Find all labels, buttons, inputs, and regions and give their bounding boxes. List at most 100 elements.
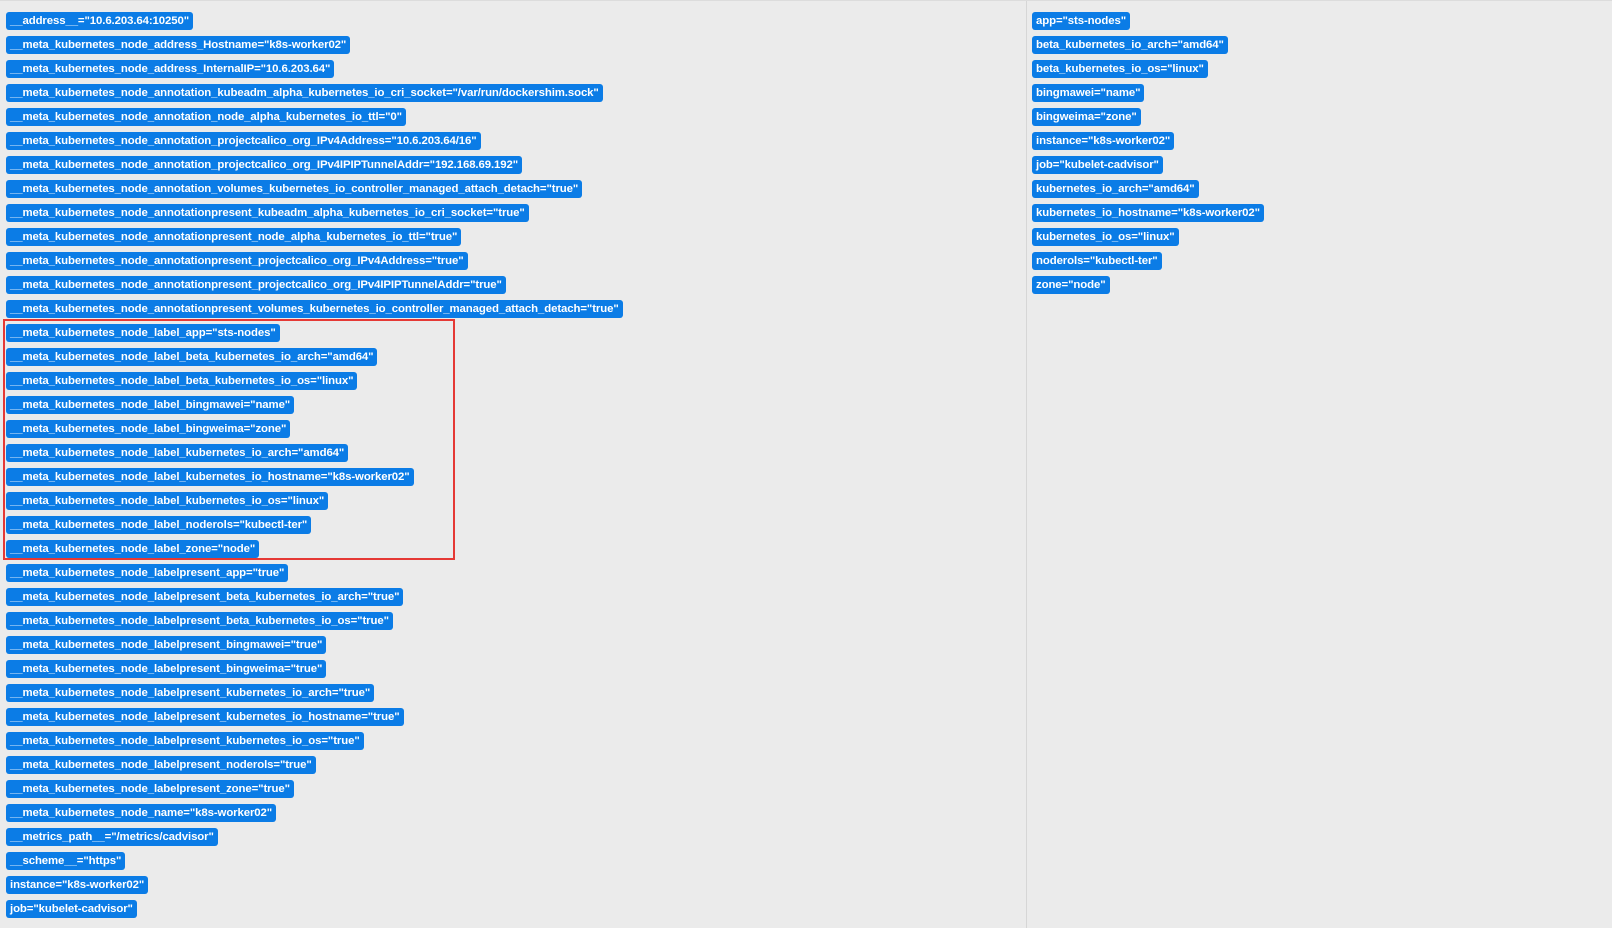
- label-badge: __meta_kubernetes_node_address_Hostname=…: [6, 36, 351, 54]
- label-badge: __address__="10.6.203.64:10250": [6, 12, 194, 30]
- label-row: __meta_kubernetes_node_label_kubernetes_…: [6, 491, 623, 515]
- label-badge: __meta_kubernetes_node_label_app="sts-no…: [6, 324, 280, 342]
- label-row: __meta_kubernetes_node_label_kubernetes_…: [6, 443, 623, 467]
- label-row: zone="node": [1032, 275, 1264, 299]
- label-badge: __meta_kubernetes_node_labelpresent_kube…: [6, 732, 364, 750]
- label-row: __meta_kubernetes_node_label_bingweima="…: [6, 419, 623, 443]
- label-row: bingweima="zone": [1032, 107, 1264, 131]
- label-row: __meta_kubernetes_node_labelpresent_bing…: [6, 659, 623, 683]
- label-badge: __meta_kubernetes_node_label_kubernetes_…: [6, 468, 414, 486]
- label-row: kubernetes_io_arch="amd64": [1032, 179, 1264, 203]
- label-badge: __meta_kubernetes_node_labelpresent_bing…: [6, 660, 327, 678]
- label-badge: __meta_kubernetes_node_labelpresent_kube…: [6, 708, 404, 726]
- label-badge: __meta_kubernetes_node_annotationpresent…: [6, 204, 529, 222]
- label-row: __meta_kubernetes_node_name="k8s-worker0…: [6, 803, 623, 827]
- label-row: noderols="kubectl-ter": [1032, 251, 1264, 275]
- label-row: __address__="10.6.203.64:10250": [6, 11, 623, 35]
- label-badge: __meta_kubernetes_node_label_zone="node": [6, 540, 260, 558]
- label-row: __scheme__="https": [6, 851, 623, 875]
- label-badge: __meta_kubernetes_node_labelpresent_beta…: [6, 612, 393, 630]
- label-row: kubernetes_io_hostname="k8s-worker02": [1032, 203, 1264, 227]
- label-row: __meta_kubernetes_node_label_zone="node": [6, 539, 623, 563]
- label-badge: __metrics_path__="/metrics/cadvisor": [6, 828, 218, 846]
- label-row: __meta_kubernetes_node_address_InternalI…: [6, 59, 623, 83]
- label-row: beta_kubernetes_io_arch="amd64": [1032, 35, 1264, 59]
- label-row: __meta_kubernetes_node_label_beta_kubern…: [6, 347, 623, 371]
- label-row: __meta_kubernetes_node_labelpresent_beta…: [6, 587, 623, 611]
- label-row: instance="k8s-worker02": [1032, 131, 1264, 155]
- label-row: __meta_kubernetes_node_annotationpresent…: [6, 299, 623, 323]
- label-badge: bingmawei="name": [1032, 84, 1145, 102]
- label-badge: job="kubelet-cadvisor": [1032, 156, 1163, 174]
- label-row: job="kubelet-cadvisor": [6, 899, 623, 923]
- label-badge: __meta_kubernetes_node_annotation_projec…: [6, 132, 481, 150]
- label-badge: __meta_kubernetes_node_labelpresent_node…: [6, 756, 316, 774]
- label-badge: __meta_kubernetes_node_annotation_kubead…: [6, 84, 603, 102]
- label-badge: __meta_kubernetes_node_annotation_node_a…: [6, 108, 406, 126]
- label-badge: __meta_kubernetes_node_address_InternalI…: [6, 60, 335, 78]
- label-row: __meta_kubernetes_node_label_noderols="k…: [6, 515, 623, 539]
- after-relabeling-column: app="sts-nodes" beta_kubernetes_io_arch="…: [1028, 1, 1612, 928]
- label-badge: __meta_kubernetes_node_label_bingmawei="…: [6, 396, 295, 414]
- label-badge: __meta_kubernetes_node_label_beta_kubern…: [6, 348, 378, 366]
- service-discovery-target-labels: __address__="10.6.203.64:10250" __meta_ku…: [0, 0, 1612, 928]
- label-row: __meta_kubernetes_node_annotationpresent…: [6, 203, 623, 227]
- label-row: __meta_kubernetes_node_label_beta_kubern…: [6, 371, 623, 395]
- label-badge: __meta_kubernetes_node_labelpresent_kube…: [6, 684, 375, 702]
- label-badge: beta_kubernetes_io_os="linux": [1032, 60, 1208, 78]
- label-row: __meta_kubernetes_node_labelpresent_beta…: [6, 611, 623, 635]
- label-row: __meta_kubernetes_node_labelpresent_bing…: [6, 635, 623, 659]
- label-badge: __meta_kubernetes_node_annotation_volume…: [6, 180, 583, 198]
- label-badge: __meta_kubernetes_node_label_beta_kubern…: [6, 372, 358, 390]
- label-row: __meta_kubernetes_node_labelpresent_kube…: [6, 707, 623, 731]
- label-row: bingmawei="name": [1032, 83, 1264, 107]
- label-badge: instance="k8s-worker02": [6, 876, 149, 894]
- label-badge: bingweima="zone": [1032, 108, 1141, 126]
- label-row: __meta_kubernetes_node_labelpresent_app=…: [6, 563, 623, 587]
- label-row: __meta_kubernetes_node_label_kubernetes_…: [6, 467, 623, 491]
- label-row: __meta_kubernetes_node_labelpresent_kube…: [6, 731, 623, 755]
- label-badge: __meta_kubernetes_node_annotationpresent…: [6, 228, 462, 246]
- label-badge: zone="node": [1032, 276, 1110, 294]
- label-row: __meta_kubernetes_node_annotationpresent…: [6, 227, 623, 251]
- label-row: beta_kubernetes_io_os="linux": [1032, 59, 1264, 83]
- label-row: instance="k8s-worker02": [6, 875, 623, 899]
- label-badge: __meta_kubernetes_node_labelpresent_beta…: [6, 588, 404, 606]
- label-row: __meta_kubernetes_node_labelpresent_kube…: [6, 683, 623, 707]
- label-row: __metrics_path__="/metrics/cadvisor": [6, 827, 623, 851]
- label-row: __meta_kubernetes_node_labelpresent_node…: [6, 755, 623, 779]
- label-badge: __meta_kubernetes_node_name="k8s-worker0…: [6, 804, 277, 822]
- label-badge: kubernetes_io_os="linux": [1032, 228, 1179, 246]
- label-badge: __meta_kubernetes_node_label_bingweima="…: [6, 420, 291, 438]
- label-badge: __meta_kubernetes_node_annotationpresent…: [6, 276, 506, 294]
- label-badge: __meta_kubernetes_node_labelpresent_zone…: [6, 780, 294, 798]
- label-row: __meta_kubernetes_node_annotation_projec…: [6, 131, 623, 155]
- label-badge: kubernetes_io_hostname="k8s-worker02": [1032, 204, 1264, 222]
- label-badge: __meta_kubernetes_node_annotationpresent…: [6, 300, 623, 318]
- label-badge: job="kubelet-cadvisor": [6, 900, 137, 918]
- label-badge: app="sts-nodes": [1032, 12, 1131, 30]
- label-row: __meta_kubernetes_node_annotationpresent…: [6, 251, 623, 275]
- label-row: kubernetes_io_os="linux": [1032, 227, 1264, 251]
- label-row: __meta_kubernetes_node_annotation_volume…: [6, 179, 623, 203]
- label-row: __meta_kubernetes_node_labelpresent_zone…: [6, 779, 623, 803]
- label-badge: noderols="kubectl-ter": [1032, 252, 1162, 270]
- label-badge: __meta_kubernetes_node_label_kubernetes_…: [6, 444, 349, 462]
- label-row: __meta_kubernetes_node_label_app="sts-no…: [6, 323, 623, 347]
- label-row: __meta_kubernetes_node_label_bingmawei="…: [6, 395, 623, 419]
- label-badge: __meta_kubernetes_node_labelpresent_app=…: [6, 564, 289, 582]
- label-row: __meta_kubernetes_node_annotation_node_a…: [6, 107, 623, 131]
- label-badge: __scheme__="https": [6, 852, 126, 870]
- label-badge: instance="k8s-worker02": [1032, 132, 1175, 150]
- label-row: __meta_kubernetes_node_annotationpresent…: [6, 275, 623, 299]
- label-row: __meta_kubernetes_node_address_Hostname=…: [6, 35, 623, 59]
- label-row: __meta_kubernetes_node_annotation_projec…: [6, 155, 623, 179]
- label-badge: __meta_kubernetes_node_labelpresent_bing…: [6, 636, 327, 654]
- label-row: job="kubelet-cadvisor": [1032, 155, 1264, 179]
- after-relabeling-label-list: app="sts-nodes" beta_kubernetes_io_arch="…: [1032, 11, 1264, 299]
- label-row: app="sts-nodes": [1032, 11, 1264, 35]
- label-badge: beta_kubernetes_io_arch="amd64": [1032, 36, 1228, 54]
- label-badge: __meta_kubernetes_node_annotation_projec…: [6, 156, 523, 174]
- before-relabeling-column: __address__="10.6.203.64:10250" __meta_ku…: [0, 1, 1027, 928]
- label-badge: __meta_kubernetes_node_annotationpresent…: [6, 252, 468, 270]
